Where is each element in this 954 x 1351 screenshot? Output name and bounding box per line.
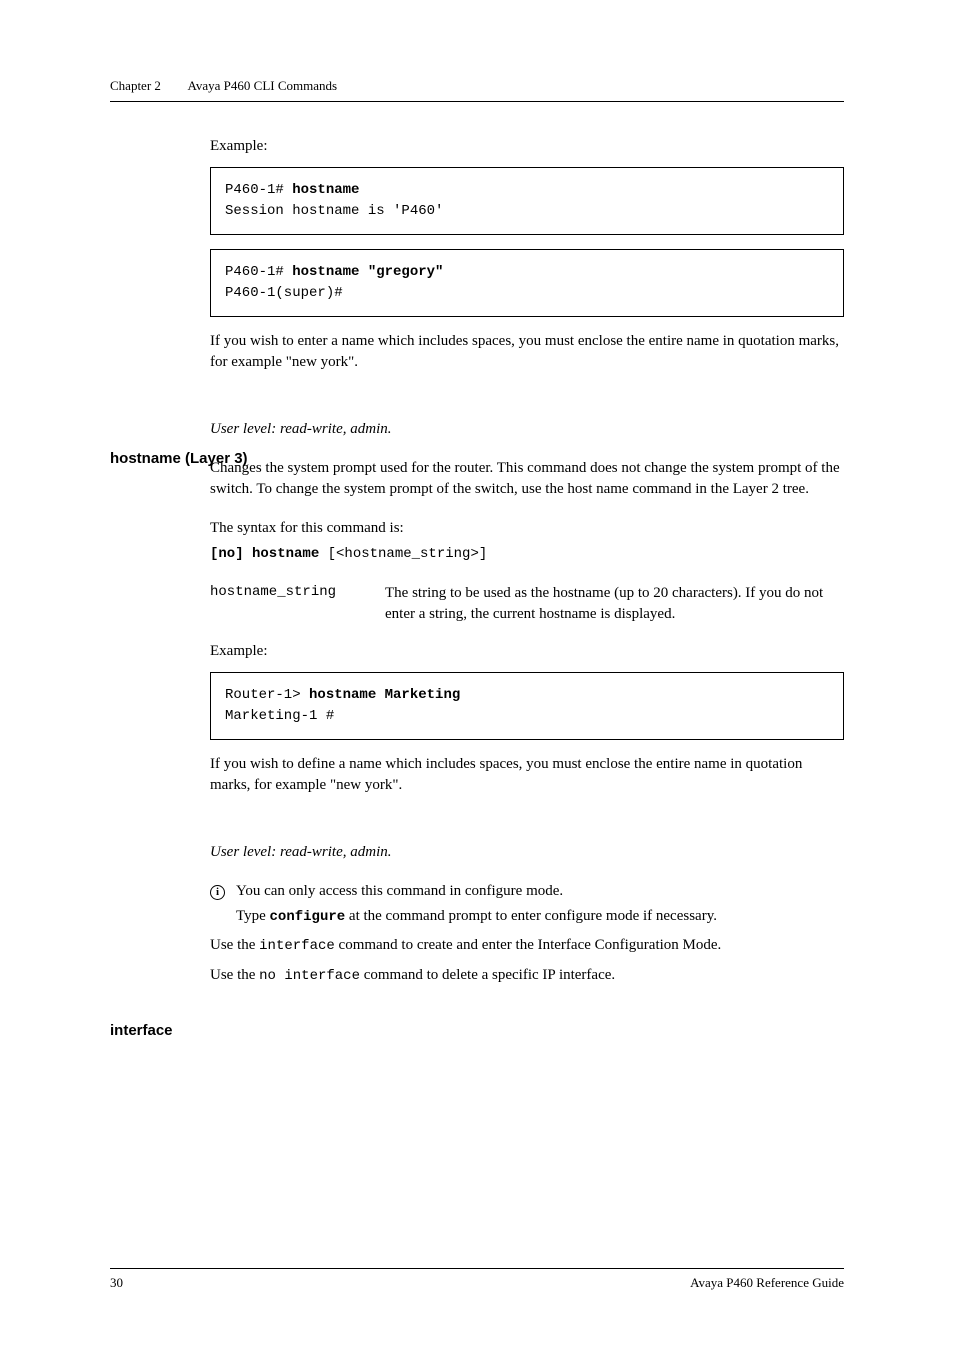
code-command: hostname Marketing: [309, 687, 460, 703]
paragraph: Use the no interface command to delete a…: [210, 965, 844, 987]
example-label: Example:: [210, 138, 844, 155]
syntax-line: [no] hostname [<hostname_string>]: [210, 545, 844, 565]
inline-code: configure: [270, 909, 346, 925]
info-row: i You can only access this command in co…: [210, 881, 844, 902]
code-command: hostname "gregory": [292, 264, 443, 280]
chapter-label: Chapter 2: [110, 78, 161, 93]
inline-code: interface: [259, 938, 335, 954]
text: Type: [236, 908, 270, 924]
code-block-1: P460-1# hostname Session hostname is 'P4…: [210, 167, 844, 235]
section-heading: interface: [110, 1022, 173, 1039]
info-text: Type configure at the command prompt to …: [236, 906, 844, 928]
code-text: Marketing-1 #: [225, 708, 334, 724]
code-text: Router-1>: [225, 687, 309, 703]
text: command to delete a specific IP interfac…: [360, 967, 615, 983]
chapter-title: Avaya P460 CLI Commands: [187, 78, 337, 93]
parameter-name: hostname_string: [210, 583, 385, 625]
page-header: Chapter 2 Avaya P460 CLI Commands: [110, 78, 844, 102]
code-text: P460-1#: [225, 264, 292, 280]
inline-code: no interface: [259, 968, 360, 984]
note-paragraph: If you wish to enter a name which includ…: [210, 331, 844, 373]
code-block-3: Router-1> hostname Marketing Marketing-1…: [210, 672, 844, 740]
user-level: User level: read-write, admin.: [210, 419, 844, 440]
code-text: P460-1#: [225, 182, 292, 198]
text: Use the: [210, 937, 259, 953]
page-number: 30: [110, 1275, 123, 1291]
code-block-2: P460-1# hostname "gregory" P460-1(super)…: [210, 249, 844, 317]
example-label: Example:: [210, 643, 844, 660]
code-text: P460-1(super)#: [225, 285, 343, 301]
paragraph: Use the interface command to create and …: [210, 935, 844, 957]
text: Use the: [210, 967, 259, 983]
info-text: You can only access this command in conf…: [236, 881, 844, 902]
info-icon: i: [210, 881, 236, 902]
user-level: User level: read-write, admin.: [210, 842, 844, 863]
syntax-label: The syntax for this command is:: [210, 518, 844, 539]
note-paragraph: If you wish to define a name which inclu…: [210, 754, 844, 796]
info-row: Type configure at the command prompt to …: [210, 906, 844, 928]
code-command: hostname: [292, 182, 359, 198]
text: at the command prompt to enter configure…: [345, 908, 717, 924]
parameter-row: hostname_string The string to be used as…: [210, 583, 844, 625]
syntax-command: [no] hostname: [210, 546, 319, 562]
description: Changes the system prompt used for the r…: [210, 458, 844, 500]
section-heading: hostname (Layer 3): [110, 450, 248, 467]
main-content: Example: P460-1# hostname Session hostna…: [210, 138, 844, 1004]
text: command to create and enter the Interfac…: [335, 937, 722, 953]
syntax-args: [<hostname_string>]: [319, 546, 487, 562]
code-text: Session hostname is 'P460': [225, 203, 443, 219]
page-footer: 30 Avaya P460 Reference Guide: [110, 1268, 844, 1291]
parameter-description: The string to be used as the hostname (u…: [385, 583, 844, 625]
book-title: Avaya P460 Reference Guide: [690, 1275, 844, 1291]
